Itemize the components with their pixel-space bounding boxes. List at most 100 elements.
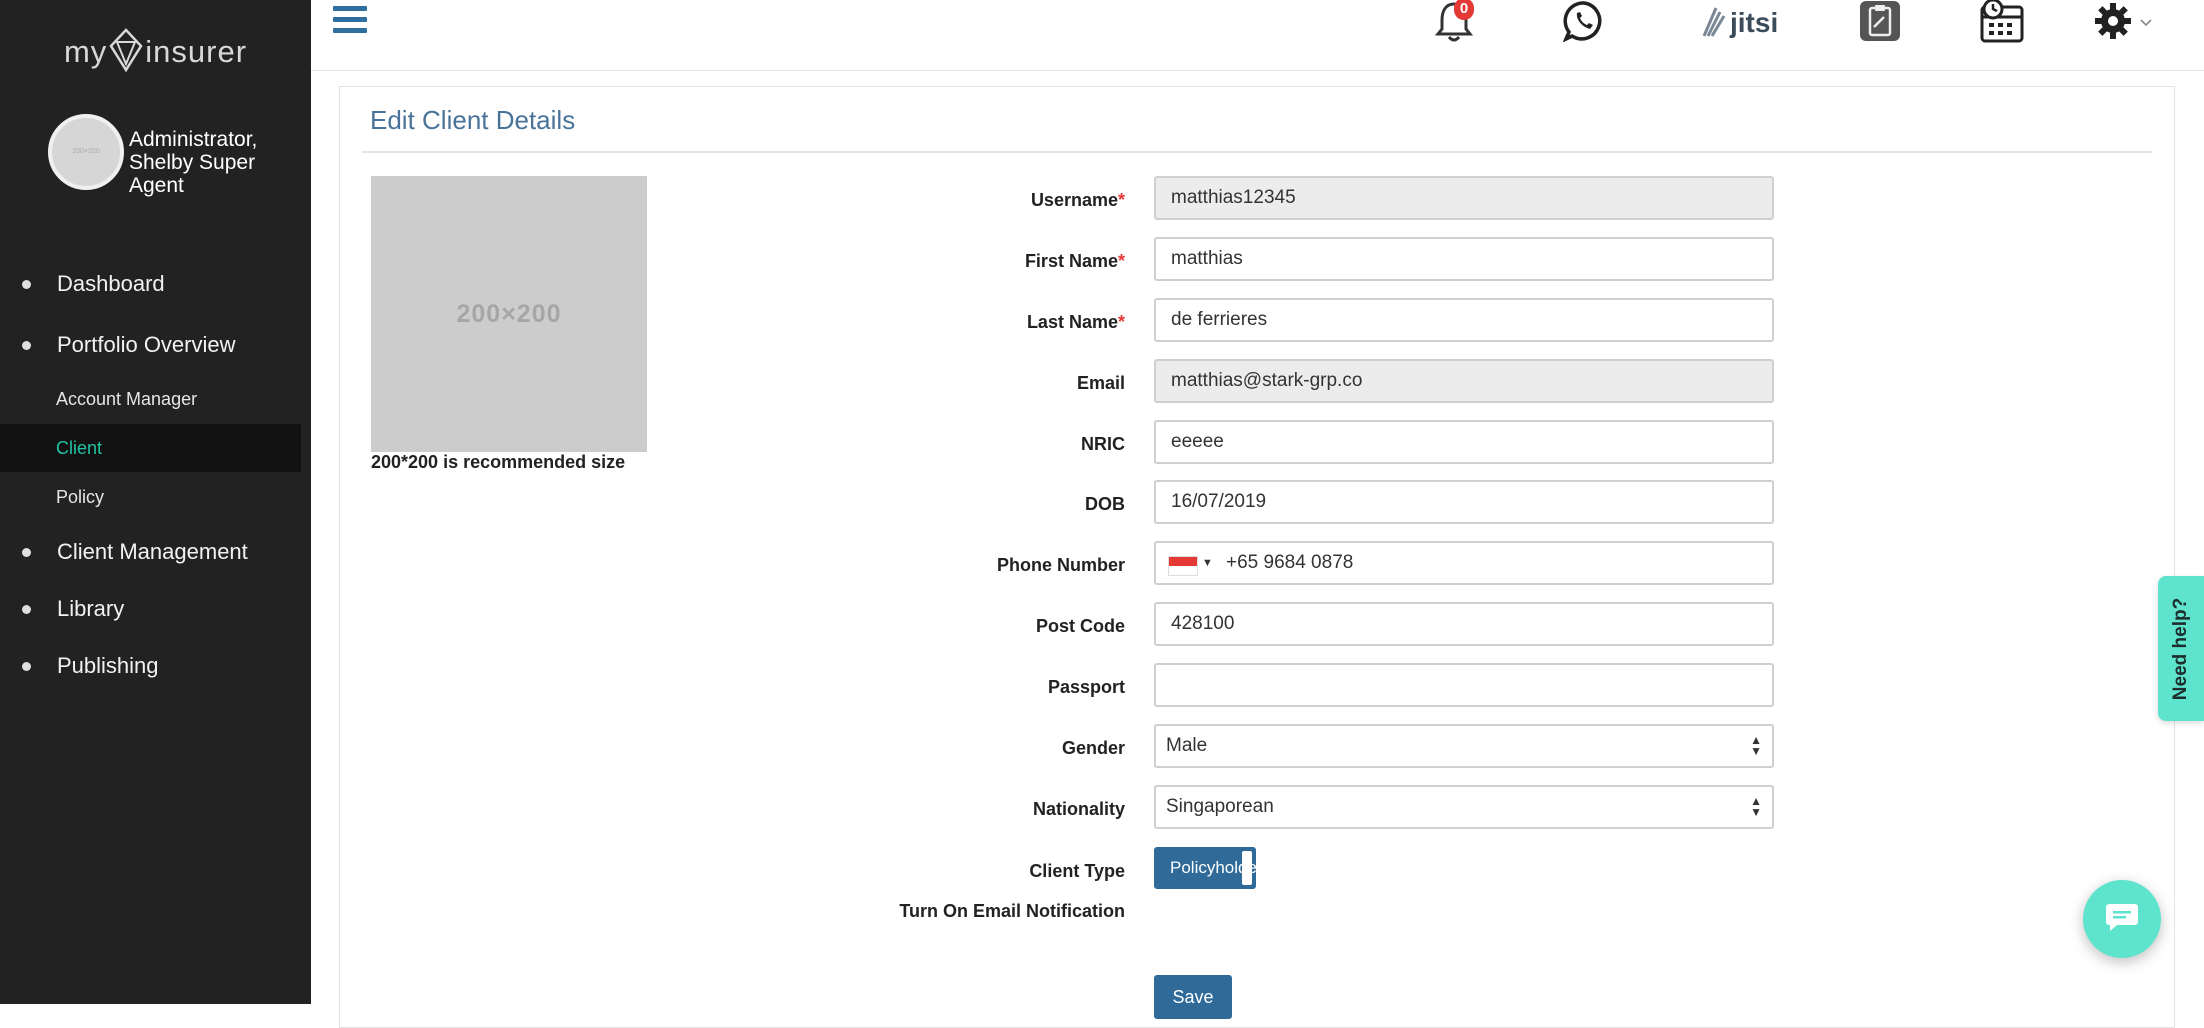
brand-left-text: my xyxy=(63,34,108,70)
form-row-post-code: Post Code 428100 xyxy=(340,602,2174,650)
top-bar: 0 jitsi xyxy=(311,0,2204,71)
nric-label: NRIC xyxy=(1081,434,1125,454)
first-name-field[interactable]: matthias xyxy=(1154,237,1774,281)
user-name-line3: Agent xyxy=(129,174,184,197)
bullet-icon xyxy=(22,661,31,671)
form-row-email: Email matthias@stark-grp.co xyxy=(340,359,2174,407)
avatar-placeholder-text: 200×200 xyxy=(72,148,100,155)
sidebar-subitem-policy[interactable]: Policy xyxy=(0,473,301,521)
field-label: First Name* xyxy=(1025,237,1125,285)
user-name-line1: Administrator, xyxy=(129,128,258,151)
need-help-tab[interactable]: Need help? xyxy=(2158,576,2204,721)
sidebar-item-client-management[interactable]: Client Management xyxy=(0,530,311,574)
sidebar-item-dashboard[interactable]: Dashboard xyxy=(0,262,311,306)
select-arrows-icon: ▲ ▼ xyxy=(1750,794,1762,819)
phone-number-value: +65 9684 0878 xyxy=(1226,552,1354,573)
form-row-nric: NRIC eeeee xyxy=(340,420,2174,468)
passport-field[interactable] xyxy=(1154,663,1774,707)
user-name: Administrator, Shelby Super Agent xyxy=(129,128,299,197)
form-row-phone: Phone Number ▼ +65 9684 0878 xyxy=(340,541,2174,589)
field-label: Last Name* xyxy=(1027,298,1125,346)
form-row-email-notification: Turn On Email Notification xyxy=(340,887,2174,935)
sidebar-item-publishing[interactable]: Publishing xyxy=(0,644,311,688)
jitsi-button[interactable]: jitsi xyxy=(1698,0,1782,46)
email-notification-label: Turn On Email Notification xyxy=(899,901,1125,921)
sidebar-item-label: Dashboard xyxy=(57,271,165,296)
caret-down-icon[interactable]: ▼ xyxy=(1202,543,1213,583)
post-code-label: Post Code xyxy=(1035,616,1125,636)
phone-field[interactable]: ▼ +65 9684 0878 xyxy=(1154,541,1774,585)
dob-label: DOB xyxy=(1085,494,1125,514)
form-row-username: Username* matthias12345 xyxy=(340,176,2174,224)
gender-select[interactable]: Male ▲ ▼ xyxy=(1154,724,1774,768)
bullet-icon xyxy=(22,279,31,289)
notifications-button[interactable]: 0 xyxy=(1434,0,1480,46)
chat-icon xyxy=(2105,902,2139,937)
required-mark: * xyxy=(1117,251,1125,271)
diamond-logo-icon xyxy=(109,28,143,80)
sidebar-item-portfolio-overview[interactable]: Portfolio Overview xyxy=(0,323,311,367)
sidebar-item-library[interactable]: Library xyxy=(0,587,311,631)
email-field[interactable]: matthias@stark-grp.co xyxy=(1154,359,1774,403)
sidebar: my insurer 200×200 Administrator, Shelby … xyxy=(0,0,311,1004)
form-row-last-name: Last Name* de ferrieres xyxy=(340,298,2174,346)
gender-selected-value: Male xyxy=(1166,735,1208,756)
form-row-gender: Gender Male ▲ ▼ xyxy=(340,724,2174,772)
whatsapp-button[interactable] xyxy=(1562,0,1605,46)
nationality-selected-value: Singaporean xyxy=(1166,796,1274,817)
sidebar-subitem-label: Account Manager xyxy=(56,388,198,409)
form-row-passport: Passport xyxy=(340,663,2174,711)
email-label: Email xyxy=(1076,373,1125,393)
dob-field[interactable]: 16/07/2019 xyxy=(1154,480,1774,524)
sidebar-subitem-client[interactable]: Client xyxy=(0,424,301,472)
brand-right-text: insurer xyxy=(145,34,248,70)
last-name-field[interactable]: de ferrieres xyxy=(1154,298,1774,342)
jitsi-label: jitsi xyxy=(1730,7,1779,38)
singapore-flag-icon[interactable] xyxy=(1168,556,1198,576)
select-arrows-icon: ▲ ▼ xyxy=(1750,733,1762,758)
chat-launcher-button[interactable] xyxy=(2083,880,2161,958)
form-row-nationality: Nationality Singaporean ▲ ▼ xyxy=(340,785,2174,833)
sidebar-subitem-label: Client xyxy=(56,437,103,458)
sidebar-subitem-account-manager[interactable]: Account Manager xyxy=(0,375,301,423)
nric-field[interactable]: eeeee xyxy=(1154,420,1774,464)
menu-icon[interactable] xyxy=(333,6,367,36)
first-name-label: First Name xyxy=(1024,251,1118,271)
avatar[interactable]: 200×200 xyxy=(48,114,124,190)
client-type-toggle[interactable]: Policyholder xyxy=(1154,847,1263,889)
bullet-icon xyxy=(22,604,31,614)
user-name-line2: Shelby Super xyxy=(129,151,256,174)
post-code-field[interactable]: 428100 xyxy=(1154,602,1774,646)
sidebar-item-label: Portfolio Overview xyxy=(57,332,236,357)
brand-logo[interactable]: my insurer xyxy=(0,28,311,80)
page-title: Edit Client Details xyxy=(370,105,576,135)
calendar-button[interactable] xyxy=(1979,0,2025,46)
edit-client-panel: Edit Client Details 200×200 200*200 is r… xyxy=(339,86,2175,1028)
sidebar-item-label: Publishing xyxy=(57,653,159,678)
required-mark: * xyxy=(1117,312,1125,332)
nationality-select[interactable]: Singaporean ▲ ▼ xyxy=(1154,785,1774,829)
username-label: Username xyxy=(1030,190,1118,210)
sidebar-item-label: Client Management xyxy=(57,539,248,564)
toggle-knob xyxy=(1242,851,1252,885)
sidebar-item-label: Library xyxy=(57,596,125,621)
bullet-icon xyxy=(22,547,31,557)
username-field[interactable]: matthias12345 xyxy=(1154,176,1774,220)
sidebar-subitem-label: Policy xyxy=(56,486,105,507)
clipboard-icon xyxy=(1858,0,1902,48)
save-button[interactable]: Save xyxy=(1154,975,1232,1019)
gear-icon xyxy=(2094,2,2132,45)
calendar-icon xyxy=(1979,0,2025,48)
phone-label: Phone Number xyxy=(996,555,1125,575)
form-row-first-name: First Name* matthias xyxy=(340,237,2174,285)
clipboard-button[interactable] xyxy=(1858,0,1902,46)
settings-menu-button[interactable] xyxy=(2094,0,2154,46)
last-name-label: Last Name xyxy=(1026,312,1118,332)
required-mark: * xyxy=(1117,190,1125,210)
form-row-dob: DOB 16/07/2019 xyxy=(340,480,2174,528)
jitsi-icon xyxy=(1698,2,1728,45)
chevron-down-icon xyxy=(2140,14,2152,32)
notification-count-badge: 0 xyxy=(1454,0,1474,20)
gender-label: Gender xyxy=(1061,738,1125,758)
title-divider xyxy=(362,151,2152,153)
